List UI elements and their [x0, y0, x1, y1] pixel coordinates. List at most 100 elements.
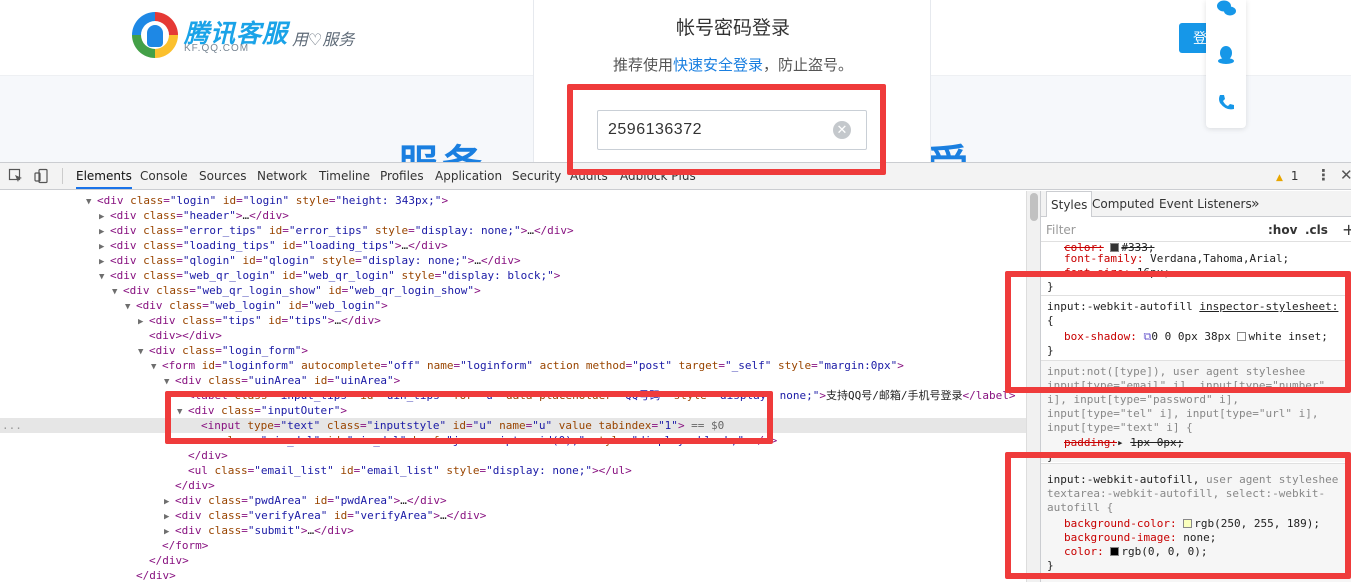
- tag-token: [289, 194, 296, 207]
- rule-selector-line: input[type="tel" i], input[type="url" i]…: [1047, 407, 1319, 420]
- dom-node[interactable]: </div>: [0, 448, 1026, 463]
- rule-selector-line: input[type="text" i] {: [1047, 421, 1193, 434]
- attr-value: "verifyArea": [353, 509, 434, 522]
- class-toggle[interactable]: .cls: [1305, 223, 1328, 237]
- dom-node[interactable]: ▼ <form id="loginform" autocomplete="off"…: [0, 358, 1026, 373]
- dom-node[interactable]: </div>: [0, 478, 1026, 493]
- dom-node[interactable]: ▶ <div class="loading_tips" id="loading_t…: [0, 238, 1026, 253]
- dom-node[interactable]: ▼ <div class="web_login" id="web_login">: [0, 298, 1026, 313]
- attr-value: "web_qr_login": [182, 269, 276, 282]
- dom-text: …: [474, 254, 481, 267]
- dom-node[interactable]: ▶ <div class="pwdArea" id="pwdArea">…</di…: [0, 493, 1026, 508]
- tab-elements[interactable]: Elements: [76, 163, 132, 189]
- tab-styles[interactable]: Styles: [1046, 191, 1093, 217]
- attr-value: "display: block;": [441, 269, 554, 282]
- new-rule-button[interactable]: +: [1342, 220, 1351, 239]
- dom-node[interactable]: </form>: [0, 538, 1026, 553]
- tab-security[interactable]: Security: [512, 163, 561, 189]
- attr-name: autocomplete: [301, 359, 381, 372]
- qq-icon[interactable]: [1216, 45, 1236, 65]
- tag-token: </div>: [149, 554, 189, 567]
- attr-name: action method: [539, 359, 626, 372]
- warning-counter[interactable]: ▲ 1: [1276, 169, 1298, 183]
- attr-value: "height: 343px;": [335, 194, 442, 207]
- tag-token: =: [347, 509, 354, 522]
- dom-node[interactable]: ▶ <div class="header">…</div>: [0, 208, 1026, 223]
- expand-arrow-icon[interactable]: ▸: [1117, 436, 1124, 449]
- tab-application[interactable]: Application: [435, 163, 502, 189]
- dom-node[interactable]: ▼ <div class="web_qr_login_show" id="web_…: [0, 283, 1026, 298]
- dom-node[interactable]: <ul class="email_list" id="email_list" s…: [0, 463, 1026, 478]
- style-prop-padding[interactable]: padding:▸ 1px 0px;: [1064, 436, 1351, 450]
- attr-name: id: [314, 374, 328, 387]
- style-prop-font-family[interactable]: font-family: Verdana,Tahoma,Arial;: [1064, 252, 1351, 266]
- tag-token: >: [327, 314, 335, 327]
- inspect-element-icon[interactable]: [8, 168, 24, 184]
- dom-node[interactable]: ▼ <div class="uinArea" id="uinArea">: [0, 373, 1026, 388]
- attr-name: class: [208, 509, 242, 522]
- dom-node[interactable]: ▼ <div class="login_form">: [0, 343, 1026, 358]
- annotation-box-autofill-rule: [1005, 271, 1351, 393]
- tag-token: =: [215, 344, 222, 357]
- tab-network[interactable]: Network: [257, 163, 307, 189]
- dom-text: …: [400, 494, 407, 507]
- attr-name: id: [282, 269, 296, 282]
- dom-node[interactable]: ▶ <div class="error_tips" id="error_tips"…: [0, 223, 1026, 238]
- tag-token: ></ul>: [592, 464, 632, 477]
- dom-node[interactable]: <div></div>: [0, 328, 1026, 343]
- device-toolbar-icon[interactable]: [34, 168, 50, 184]
- dom-node[interactable]: ▼ <div class="login" id="login" style="he…: [0, 193, 1026, 208]
- node-actions-ellipsis[interactable]: ...: [2, 418, 22, 433]
- tag-token: =: [189, 284, 196, 297]
- tag-token: <div: [175, 494, 209, 507]
- tag-token: =: [241, 374, 248, 387]
- quick-login-link[interactable]: 快速安全登录: [673, 57, 763, 74]
- tab-event-listeners[interactable]: Event Listeners: [1159, 191, 1252, 217]
- attr-name: id: [222, 194, 237, 207]
- devtools-menu-icon[interactable]: ⋮: [1316, 166, 1331, 184]
- tag-token: =: [176, 254, 183, 267]
- hero-heading: 服务: [398, 132, 486, 162]
- tab-console[interactable]: Console: [140, 163, 188, 189]
- dom-node[interactable]: ▼ <div class="web_qr_login" id="web_qr_lo…: [0, 268, 1026, 283]
- attr-name: id: [314, 494, 328, 507]
- tab-timeline[interactable]: Timeline: [319, 163, 370, 189]
- dom-node[interactable]: </div>: [0, 568, 1026, 582]
- attr-value: "loading_tips": [182, 239, 276, 252]
- attr-value: "login": [169, 194, 217, 207]
- tag-token: =: [163, 194, 170, 207]
- tab-sources[interactable]: Sources: [199, 163, 246, 189]
- attr-value: "web_login": [208, 299, 282, 312]
- devtools-close-icon[interactable]: ✕: [1340, 166, 1351, 184]
- elements-dom-tree[interactable]: ▼ <div class="login" id="login" style="he…: [0, 191, 1026, 582]
- dom-node[interactable]: </div>: [0, 553, 1026, 568]
- tag-token: =: [327, 494, 334, 507]
- elements-scrollbar-thumb[interactable]: [1030, 193, 1038, 221]
- attr-name: id: [201, 359, 215, 372]
- attr-name: style: [321, 254, 356, 267]
- dom-node[interactable]: ▶ <div class="submit">…</div>: [0, 523, 1026, 538]
- attr-value: "header": [182, 209, 236, 222]
- dom-node[interactable]: ▶ <div class="qlogin" id="qlogin" style="…: [0, 253, 1026, 268]
- hover-state-toggle[interactable]: :hov: [1268, 223, 1297, 237]
- tag-token: >: [393, 374, 401, 387]
- more-tabs-icon[interactable]: »: [1251, 191, 1260, 217]
- phone-icon[interactable]: [1216, 93, 1236, 113]
- tag-token: <form: [162, 359, 202, 372]
- tab-profiles[interactable]: Profiles: [380, 163, 424, 189]
- tag-token: </div>: [533, 224, 574, 237]
- attr-name: class: [143, 224, 177, 237]
- tag-token: </div>: [188, 449, 228, 462]
- dom-node[interactable]: ▶ <div class="verifyArea" id="verifyArea"…: [0, 508, 1026, 523]
- attr-value: "loginform": [221, 359, 295, 372]
- dom-node[interactable]: ▶ <div class="tips" id="tips">…</div>: [0, 313, 1026, 328]
- wechat-icon[interactable]: [1216, 0, 1236, 20]
- tab-computed[interactable]: Computed: [1092, 191, 1154, 217]
- tag-token: <div></div>: [149, 329, 222, 342]
- attr-value: "tips": [221, 314, 262, 327]
- attr-name: class: [182, 314, 216, 327]
- color-swatch[interactable]: [1110, 243, 1120, 252]
- attr-value: "login": [242, 194, 290, 207]
- styles-filter-input[interactable]: Filter: [1046, 223, 1076, 237]
- attr-name: name: [426, 359, 454, 372]
